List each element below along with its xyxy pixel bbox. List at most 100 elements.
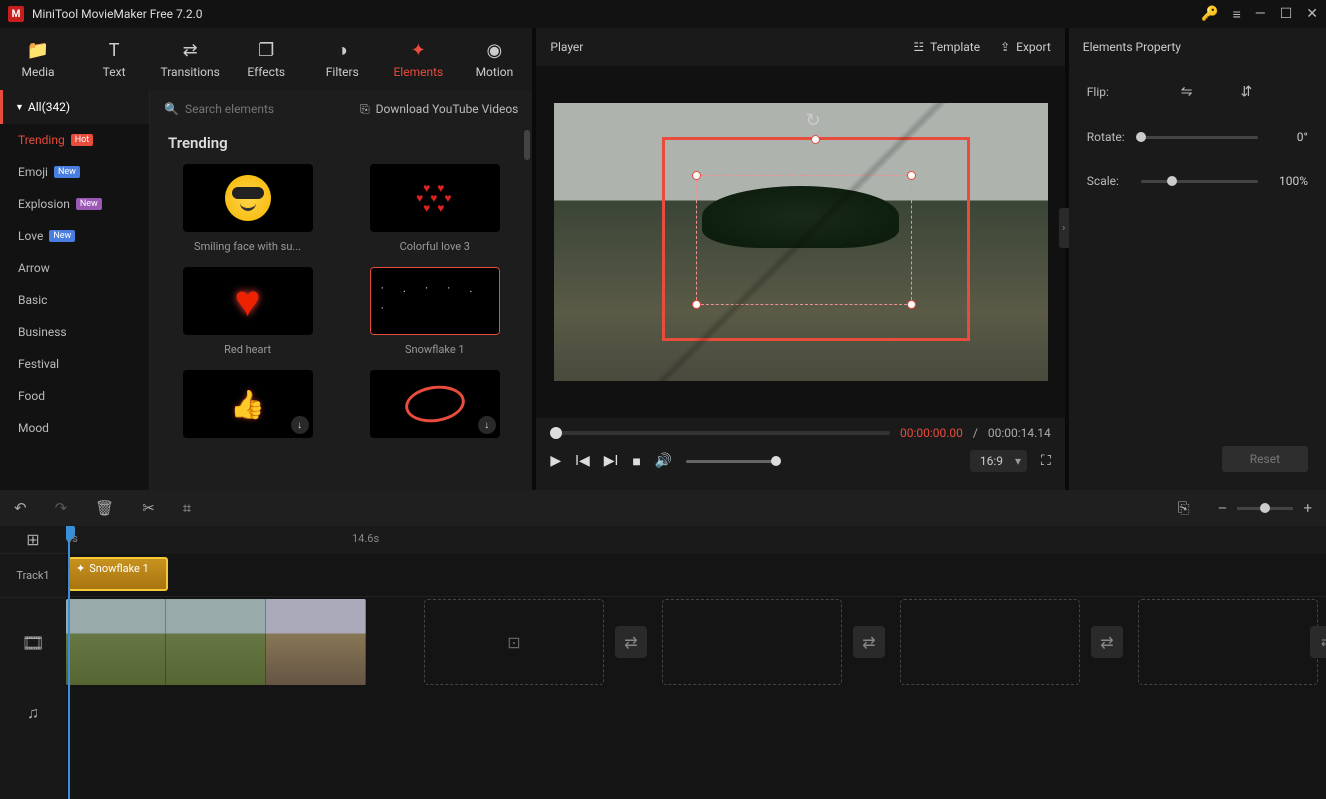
template-button[interactable]: ☳Template <box>913 40 980 54</box>
download-icon[interactable]: ↓ <box>291 416 309 434</box>
play-button[interactable]: ▶ <box>550 453 561 469</box>
handle-tl[interactable] <box>692 171 701 180</box>
element-thumb[interactable] <box>370 267 500 335</box>
download-youtube-link[interactable]: ⎘ Download YouTube Videos <box>360 102 518 117</box>
volume-slider[interactable] <box>686 460 776 463</box>
sidebar-item-mood[interactable]: Mood <box>0 412 149 444</box>
app-logo: M <box>8 6 24 22</box>
prev-frame-button[interactable]: I◀ <box>575 453 590 469</box>
element-clip[interactable]: ✦Snowflake 1 <box>68 557 168 591</box>
fullscreen-button[interactable]: ⛶ <box>1041 453 1051 469</box>
element-thumb[interactable]: ↓ <box>370 370 500 438</box>
handle-bl[interactable] <box>692 300 701 309</box>
zoom-slider[interactable] <box>1237 507 1293 510</box>
scrub-track[interactable] <box>550 431 890 435</box>
library-panel: 📁Media TText ⇄Transitions ❐Effects ◑Filt… <box>0 28 532 490</box>
sidebar-item-trending[interactable]: TrendingHot <box>0 124 149 156</box>
transition-icon[interactable]: ⇄ <box>615 626 647 658</box>
tab-media[interactable]: 📁Media <box>0 28 76 90</box>
sidebar-item-emoji[interactable]: EmojiNew <box>0 156 149 188</box>
track1-label[interactable]: Track1 <box>0 554 66 598</box>
flip-horizontal-button[interactable]: ⇋ <box>1181 84 1193 100</box>
export-button[interactable]: ⇪Export <box>1000 40 1051 54</box>
element-thumb[interactable]: 👍↓ <box>183 370 313 438</box>
element-thumb[interactable]: ♥ ♥♥ ♥ ♥♥ ♥ <box>370 164 500 232</box>
motion-icon: ◉ <box>487 40 503 61</box>
audio-track-row[interactable] <box>66 687 1326 737</box>
fit-button[interactable]: ⎘ <box>1178 499 1190 517</box>
scale-label: Scale: <box>1087 174 1141 188</box>
zoom-in-button[interactable]: + <box>1303 499 1312 517</box>
sidebar-item-explosion[interactable]: ExplosionNew <box>0 188 149 220</box>
split-button[interactable]: ✂ <box>142 499 155 517</box>
chevron-down-icon: ▼ <box>15 102 24 113</box>
video-clip[interactable]: ⇄ <box>66 599 366 685</box>
scrub-thumb[interactable] <box>550 427 562 439</box>
redo-button[interactable]: ↷ <box>55 499 68 517</box>
aspect-select[interactable]: 16:9 <box>970 450 1027 472</box>
scrollbar[interactable] <box>524 130 530 160</box>
search-input[interactable] <box>185 102 325 116</box>
tab-filters[interactable]: ◑Filters <box>304 28 380 90</box>
tab-motion[interactable]: ◉Motion <box>456 28 532 90</box>
delete-button[interactable]: 🗑 <box>95 499 114 517</box>
tab-transitions[interactable]: ⇄Transitions <box>152 28 228 90</box>
license-key-icon[interactable]: 🔑 <box>1201 6 1218 22</box>
rotate-handle-icon[interactable]: ↻ <box>806 110 821 131</box>
playhead[interactable] <box>68 526 70 799</box>
volume-icon[interactable]: 🔊 <box>655 453 672 469</box>
handle-top[interactable] <box>811 135 820 144</box>
maximize-icon[interactable]: ☐ <box>1280 6 1293 22</box>
sidebar-item-festival[interactable]: Festival <box>0 348 149 380</box>
add-track-icon[interactable]: ⊞ <box>26 530 39 549</box>
track1-row[interactable]: ✦Snowflake 1 <box>66 553 1326 597</box>
tab-effects[interactable]: ❐Effects <box>228 28 304 90</box>
sidebar-all[interactable]: ▼All(342) <box>0 90 149 124</box>
folder-icon: 📁 <box>27 40 49 61</box>
category-sidebar: ▼All(342) TrendingHotEmojiNewExplosionNe… <box>0 90 150 490</box>
timeline-ruler[interactable]: 0s 14.6s <box>66 526 1326 554</box>
element-thumb[interactable]: ♥ <box>183 267 313 335</box>
rotate-slider[interactable] <box>1141 136 1258 139</box>
handle-br[interactable] <box>907 300 916 309</box>
audio-track-icon[interactable]: ♫ <box>0 688 66 738</box>
transition-icon[interactable]: ⇄ <box>853 626 885 658</box>
drop-slot-3[interactable]: ⇄ <box>900 599 1080 685</box>
handle-tr[interactable] <box>907 171 916 180</box>
badge: New <box>76 198 102 210</box>
undo-button[interactable]: ↶ <box>14 499 27 517</box>
minimize-icon[interactable]: ― <box>1255 6 1266 22</box>
next-frame-button[interactable]: ▶I <box>604 453 619 469</box>
sidebar-item-basic[interactable]: Basic <box>0 284 149 316</box>
sidebar-item-arrow[interactable]: Arrow <box>0 252 149 284</box>
sidebar-item-business[interactable]: Business <box>0 316 149 348</box>
video-track-row[interactable]: ⇄ ⊡⇄ ⇄ ⇄ <box>66 597 1326 687</box>
sidebar-item-food[interactable]: Food <box>0 380 149 412</box>
flip-label: Flip: <box>1087 85 1141 99</box>
stop-button[interactable]: ■ <box>632 453 640 470</box>
crop-button[interactable]: ⌗ <box>183 499 191 517</box>
tab-text[interactable]: TText <box>76 28 152 90</box>
drop-slot-4[interactable] <box>1138 599 1318 685</box>
selection-inner[interactable] <box>696 175 912 305</box>
sidebar-item-love[interactable]: LoveNew <box>0 220 149 252</box>
transition-icon[interactable]: ⇄ <box>1091 626 1123 658</box>
flip-vertical-button[interactable]: ⇵ <box>1241 84 1253 100</box>
drop-slot-1[interactable]: ⊡⇄ <box>424 599 604 685</box>
video-preview[interactable]: ↻ <box>554 103 1048 381</box>
search-box[interactable]: 🔍 <box>164 102 325 116</box>
scale-slider[interactable] <box>1141 180 1258 183</box>
expand-panel-button[interactable]: › <box>1059 208 1069 248</box>
video-track-icon[interactable]: 🎞 <box>0 598 66 688</box>
selection-outer[interactable]: ↻ <box>662 137 970 341</box>
menu-icon[interactable]: ≡ <box>1233 6 1241 23</box>
drop-slot-2[interactable]: ⇄ <box>662 599 842 685</box>
zoom-out-button[interactable]: – <box>1218 499 1228 517</box>
element-thumb[interactable] <box>183 164 313 232</box>
download-icon[interactable]: ↓ <box>478 416 496 434</box>
titlebar: M MiniTool MovieMaker Free 7.2.0 🔑 ≡ ― ☐… <box>0 0 1326 28</box>
section-title: Trending <box>168 134 514 152</box>
reset-button[interactable]: Reset <box>1222 446 1308 472</box>
close-icon[interactable]: ✕ <box>1306 6 1318 22</box>
tab-elements[interactable]: ✦Elements <box>380 28 456 90</box>
